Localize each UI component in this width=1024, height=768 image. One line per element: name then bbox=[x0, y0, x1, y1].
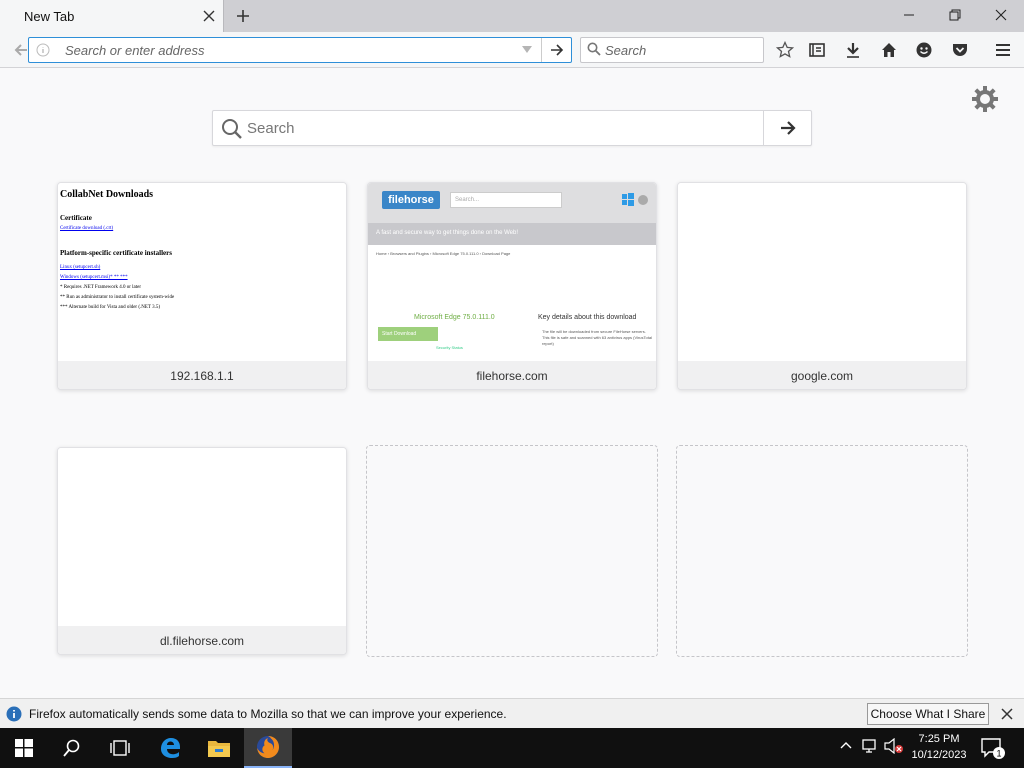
thumb-link: Windows (setupcert.msi)* ** *** bbox=[60, 275, 128, 280]
data-reporting-notification: Firefox automatically sends some data to… bbox=[0, 698, 1024, 728]
tab-title: New Tab bbox=[24, 8, 75, 24]
hamburger-menu-icon[interactable] bbox=[990, 37, 1016, 63]
file-explorer-icon[interactable] bbox=[195, 728, 243, 768]
thumb-search: Search... bbox=[450, 192, 562, 208]
volume-muted-icon[interactable] bbox=[884, 737, 904, 759]
top-site-tile[interactable]: google.com bbox=[677, 182, 967, 390]
tile-thumbnail bbox=[678, 183, 966, 361]
taskbar-clock[interactable]: 7:25 PM 10/12/2023 bbox=[904, 731, 974, 763]
windows-start-icon[interactable] bbox=[0, 728, 48, 768]
search-go-arrow-icon[interactable] bbox=[763, 111, 811, 145]
navigation-toolbar bbox=[0, 32, 1024, 68]
newtab-search-box[interactable] bbox=[212, 110, 812, 146]
top-site-tile[interactable]: CollabNet Downloads Certificate Certific… bbox=[57, 182, 347, 390]
windows-apple-icon bbox=[622, 193, 648, 206]
thumb-download-button: Start Download bbox=[378, 327, 438, 341]
thumb-breadcrumb: Home › Browsers and Plugins › Microsoft … bbox=[376, 251, 511, 256]
firefox-taskbar-icon[interactable] bbox=[244, 728, 292, 768]
notification-message: Firefox automatically sends some data to… bbox=[29, 707, 507, 721]
search-icon bbox=[221, 118, 243, 145]
clock-time: 7:25 PM bbox=[918, 733, 960, 745]
thumb-heading: CollabNet Downloads bbox=[60, 189, 154, 200]
windows-taskbar: 7:25 PM 10/12/2023 1 bbox=[0, 728, 1024, 768]
bookmarks-menu-icon[interactable] bbox=[804, 37, 830, 63]
newtab-search-input[interactable] bbox=[247, 117, 747, 139]
thumb-text: ** Run as administrator to install certi… bbox=[60, 295, 175, 300]
top-site-tile[interactable]: dl.filehorse.com bbox=[57, 447, 347, 655]
notification-count: 1 bbox=[996, 749, 1001, 759]
close-window-icon[interactable] bbox=[978, 0, 1024, 30]
hello-smiley-icon[interactable] bbox=[911, 37, 937, 63]
go-arrow-icon[interactable] bbox=[541, 38, 571, 62]
network-icon[interactable] bbox=[862, 738, 880, 759]
thumb-link: Linux (setupcert.sh) bbox=[60, 265, 101, 270]
edge-browser-icon[interactable] bbox=[146, 728, 194, 768]
thumb-key-text: The file will be downloaded from secure … bbox=[542, 329, 652, 346]
top-site-tile[interactable]: filehorse Search... A fast and secure wa… bbox=[367, 182, 657, 390]
thumb-link: Certificate download (.crt) bbox=[60, 226, 114, 231]
gear-icon[interactable] bbox=[970, 84, 1000, 114]
thumb-text: * Requires .NET Framework 4.0 or later bbox=[60, 285, 141, 290]
downloads-icon[interactable] bbox=[840, 37, 866, 63]
search-icon[interactable] bbox=[48, 728, 96, 768]
new-tab-plus-icon[interactable] bbox=[230, 4, 256, 28]
thumb-section: Certificate bbox=[60, 214, 92, 222]
thumb-safe: Security Status bbox=[436, 345, 463, 350]
tile-label: 192.168.1.1 bbox=[58, 361, 346, 389]
tile-label: dl.filehorse.com bbox=[58, 626, 346, 654]
toolbar-search-box[interactable] bbox=[580, 37, 764, 63]
info-icon bbox=[6, 706, 22, 727]
filehorse-logo: filehorse bbox=[382, 191, 440, 209]
search-icon bbox=[587, 42, 601, 61]
clock-date: 10/12/2023 bbox=[911, 749, 967, 761]
thumb-key-details: Key details about this download bbox=[538, 314, 637, 321]
tile-thumbnail: filehorse Search... A fast and secure wa… bbox=[368, 183, 656, 361]
thumb-section: Platform-specific certificate installers bbox=[60, 249, 172, 257]
history-dropdown-icon[interactable] bbox=[519, 42, 535, 58]
thumb-product: Microsoft Edge 75.0.111.0 bbox=[414, 314, 495, 321]
pocket-icon[interactable] bbox=[947, 37, 973, 63]
bookmark-star-icon[interactable] bbox=[772, 37, 798, 63]
action-center-icon[interactable]: 1 bbox=[980, 736, 1006, 765]
site-info-icon[interactable] bbox=[35, 42, 51, 58]
thumb-tagline: A fast and secure way to get things done… bbox=[376, 230, 518, 236]
thumb-text: *** Alternate build for Vista and older … bbox=[60, 305, 161, 310]
task-view-icon[interactable] bbox=[96, 728, 144, 768]
address-bar[interactable] bbox=[28, 37, 572, 63]
toolbar-search-input[interactable] bbox=[605, 41, 755, 59]
empty-tile bbox=[366, 445, 658, 657]
maximize-window-icon[interactable] bbox=[932, 0, 978, 30]
show-hidden-icons-chevron-icon[interactable] bbox=[839, 738, 853, 757]
minimize-window-icon[interactable] bbox=[886, 0, 932, 30]
tile-label: filehorse.com bbox=[368, 361, 656, 389]
tile-label: google.com bbox=[678, 361, 966, 389]
choose-what-i-share-button[interactable]: Choose What I Share bbox=[867, 703, 989, 725]
address-input[interactable] bbox=[65, 40, 509, 60]
close-tab-icon[interactable] bbox=[195, 0, 223, 32]
tab-new-tab[interactable]: New Tab bbox=[0, 0, 224, 32]
tile-thumbnail: CollabNet Downloads Certificate Certific… bbox=[58, 183, 346, 361]
empty-tile bbox=[676, 445, 968, 657]
close-notification-icon[interactable] bbox=[998, 705, 1016, 723]
tile-thumbnail bbox=[58, 448, 346, 626]
tab-strip: New Tab bbox=[0, 0, 1024, 32]
home-icon[interactable] bbox=[876, 37, 902, 63]
